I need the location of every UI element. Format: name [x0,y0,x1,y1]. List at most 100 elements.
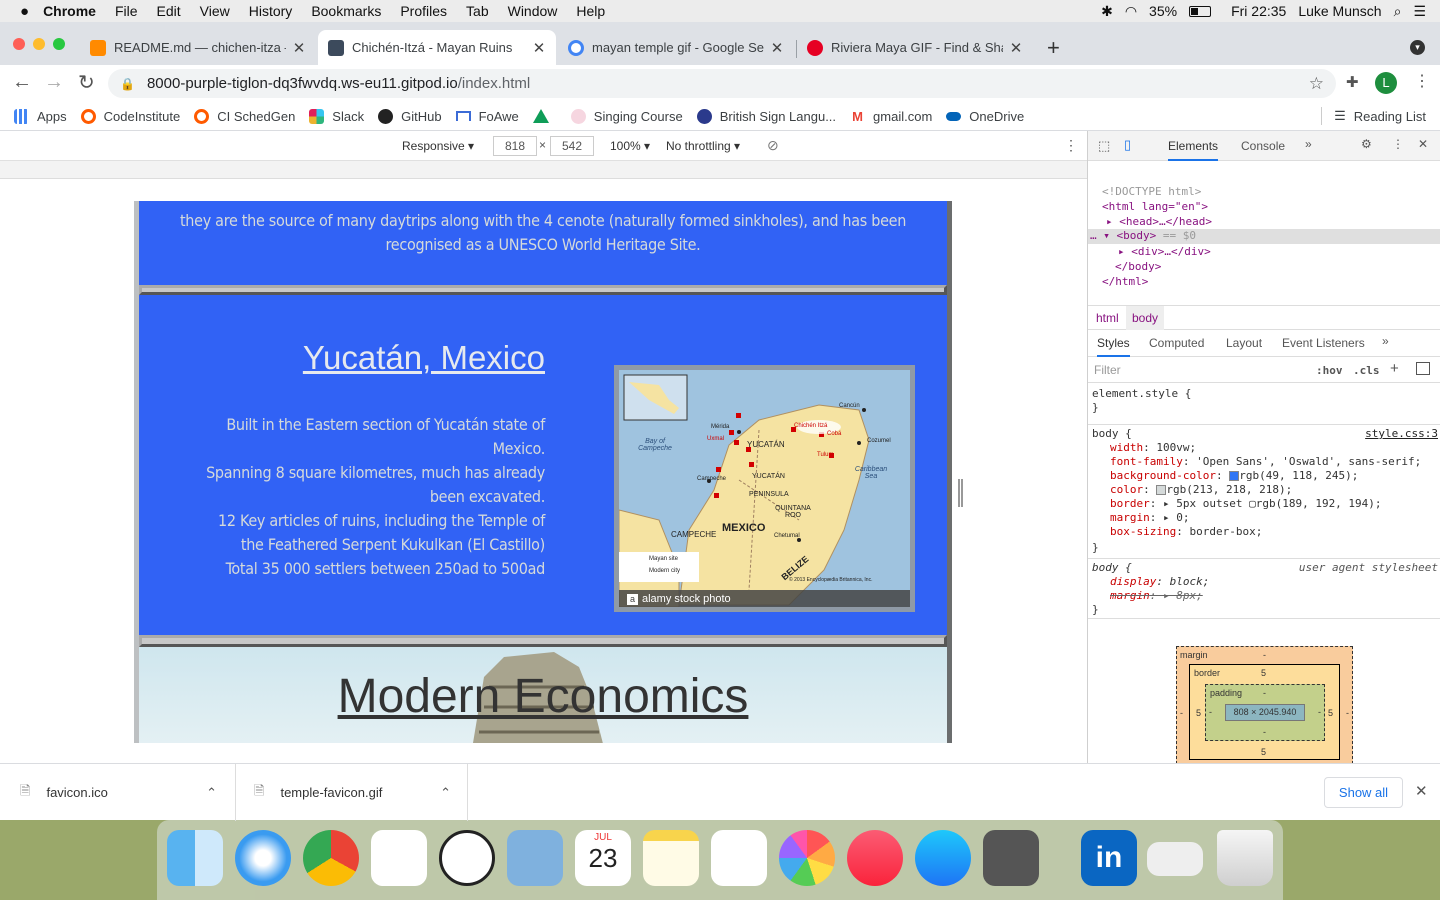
dom-doctype[interactable]: <!DOCTYPE html> [1102,185,1201,198]
toggle-sidebar-icon[interactable] [1416,362,1430,375]
throttling-dropdown[interactable]: No throttling ▾ [666,139,740,153]
devtools-tab-elements[interactable]: Elements [1168,139,1219,161]
system-preferences-icon[interactable] [983,830,1039,886]
declaration[interactable]: margin: ▸ 0; [1110,511,1421,525]
element-style-rule[interactable]: element.style { } [1088,385,1440,425]
finder-icon[interactable] [167,830,223,886]
download-item[interactable]: 🗎 favicon.ico ⌃ [20,764,236,821]
styles-filter-input[interactable]: Filter [1094,363,1304,377]
clock[interactable]: Fri 22:35 [1231,3,1286,19]
close-tab-icon[interactable]: ✕ [768,39,786,57]
reload-button[interactable]: ↻ [78,70,95,95]
menu-tab[interactable]: Tab [466,3,489,19]
dom-html-open[interactable]: <html lang="en"> [1102,200,1208,213]
chrome-menu-icon[interactable]: ⋮ [1414,71,1430,91]
declaration[interactable]: box-sizing: border-box; [1110,525,1421,539]
viewport-resize-handle[interactable] [958,479,963,507]
event-listeners-tab[interactable]: Event Listeners [1282,336,1365,350]
linkedin-icon[interactable]: in [1081,830,1137,886]
calendar-icon[interactable]: JUL 23 [575,830,631,886]
hov-toggle[interactable]: :hov [1316,364,1343,377]
tab-search-icon[interactable]: ▾ [1410,40,1425,55]
boxmodel-content[interactable]: 808 × 2045.940 [1225,704,1305,721]
website-viewport[interactable]: they are the source of many daytrips alo… [134,201,952,743]
layout-tab[interactable]: Layout [1226,336,1262,350]
bookmark-gmail[interactable]: Mgmail.com [850,109,932,124]
wifi-icon[interactable]: ◠ [1125,3,1137,20]
slack-icon[interactable] [371,830,427,886]
close-window-button[interactable] [13,38,25,50]
apple-icon[interactable]: ● [20,3,29,20]
show-all-button[interactable]: Show all [1324,777,1403,808]
computed-tab[interactable]: Computed [1149,336,1204,350]
music-icon[interactable] [847,830,903,886]
dom-body-close[interactable]: </body> [1115,260,1161,273]
media-query-ruler[interactable] [0,161,1087,179]
close-tab-icon[interactable]: ✕ [290,39,308,57]
minimize-window-button[interactable] [33,38,45,50]
crumb-body[interactable]: body [1126,306,1165,330]
menu-window[interactable]: Window [508,3,558,19]
bookmark-apps[interactable]: Apps [14,108,67,124]
reading-list-button[interactable]: ☰ Reading List [1321,107,1426,125]
bookmark-ci-schedgen[interactable]: CI SchedGen [194,108,295,124]
photos-icon[interactable] [779,830,835,886]
menu-view[interactable]: View [200,3,230,19]
smiley-app-icon[interactable] [439,830,495,886]
devtools-close-icon[interactable]: ✕ [1418,137,1428,151]
dimension-swap-icon[interactable]: × [539,138,546,152]
dom-div[interactable]: ▸ <div>…</div> [1118,245,1211,258]
menu-help[interactable]: Help [576,3,605,19]
forward-button[interactable]: → [44,71,64,94]
tab-chichen-itza[interactable]: Chichén-Itzá - Mayan Ruins ✕ [318,30,556,65]
yucatan-title[interactable]: Yucatán, Mexico [303,339,545,377]
safari-icon[interactable] [235,830,291,886]
spotlight-icon[interactable]: ⌕ [1394,3,1402,20]
download-menu-chevron-icon[interactable]: ⌃ [440,785,451,801]
dom-head[interactable]: ▸ <head>…</head> [1106,215,1212,228]
bookmark-codeinstitute[interactable]: CodeInstitute [80,108,180,124]
responsive-mode-dropdown[interactable]: Responsive ▾ [402,139,474,153]
menu-app-name[interactable]: Chrome [43,3,96,19]
more-style-tabs-icon[interactable]: » [1382,334,1389,348]
dom-html-close[interactable]: </html> [1102,275,1148,288]
color-swatch[interactable] [1229,471,1240,481]
user-agent-rule[interactable]: body { user agent stylesheet display: bl… [1088,559,1440,619]
close-tab-icon[interactable]: ✕ [530,39,548,57]
bookmark-star-icon[interactable]: ☆ [1309,74,1324,94]
profile-avatar[interactable]: L [1375,72,1397,94]
control-center-icon[interactable]: ☰ [1413,3,1426,20]
devtools-menu-icon[interactable]: ⋮ [1392,137,1404,151]
styles-tab[interactable]: Styles [1097,336,1130,357]
bookmark-singing-course[interactable]: Singing Course [570,108,683,124]
menu-profiles[interactable]: Profiles [400,3,447,19]
declaration[interactable]: width: 100vw; [1110,441,1421,455]
rule-source-link[interactable]: style.css:3 [1365,427,1438,440]
back-button[interactable]: ← [12,71,32,94]
bookmark-github[interactable]: GitHub [378,108,442,124]
devtools-tab-console[interactable]: Console [1241,139,1285,153]
notes-icon[interactable] [643,830,699,886]
crumb-html[interactable]: html [1096,311,1119,325]
menu-history[interactable]: History [249,3,293,19]
declaration[interactable]: font-family: 'Open Sans', 'Oswald', sans… [1110,455,1421,469]
chrome-icon[interactable] [303,830,359,886]
menu-file[interactable]: File [115,3,138,19]
bookmark-onedrive[interactable]: OneDrive [946,109,1024,124]
viewport-width-input[interactable]: 818 [493,136,537,156]
download-item[interactable]: 🗎 temple-favicon.gif ⌃ [254,764,468,821]
boxmodel-padding[interactable]: padding - - - - 808 × 2045.940 [1205,684,1325,741]
boxmodel-border[interactable]: border 5 5 5 5 padding - - - - 808 × 204… [1189,664,1340,760]
boxmodel-margin[interactable]: margin - - - - border 5 5 5 5 padding - … [1176,646,1353,779]
devtools-settings-icon[interactable]: ⚙ [1361,137,1372,151]
zoom-dropdown[interactable]: 100% ▾ [610,139,650,153]
tab-pinterest[interactable]: Riviera Maya GIF - Find & Shar ✕ [797,30,1033,65]
bookmark-foawe[interactable]: FoAwe [455,109,519,124]
bluetooth-icon[interactable]: ✱ [1101,3,1113,20]
device-toolbar-menu-icon[interactable]: ⋮ [1064,137,1078,154]
new-tab-button[interactable]: + [1047,35,1060,61]
color-swatch[interactable] [1156,485,1167,495]
menu-bookmarks[interactable]: Bookmarks [311,3,381,19]
dom-body-selected[interactable]: … ▾ <body> == $0 [1088,229,1440,244]
reminders-icon[interactable] [711,830,767,886]
